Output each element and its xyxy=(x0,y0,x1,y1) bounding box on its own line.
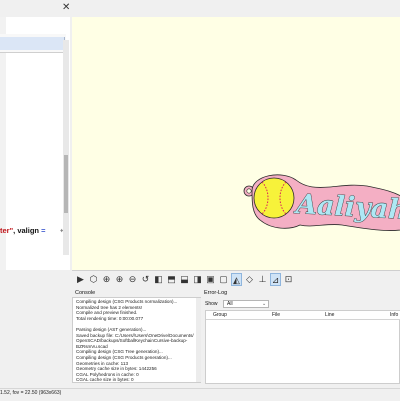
window-top-strip xyxy=(0,0,400,17)
name-text: Aaliyah xyxy=(292,189,400,226)
column-header-info[interactable]: Info xyxy=(390,311,398,319)
view-front-icon[interactable]: ▣ xyxy=(205,273,216,286)
show-filter-label: Show xyxy=(205,301,218,308)
orthogonal-icon[interactable]: ◇ xyxy=(244,273,255,286)
view-right-icon[interactable]: ◧ xyxy=(153,273,164,286)
view-left-icon[interactable]: ◨ xyxy=(192,273,203,286)
show-edges-icon[interactable]: ⊡ xyxy=(283,273,294,286)
view-top-icon[interactable]: ⬒ xyxy=(166,273,177,286)
column-header-file[interactable]: File xyxy=(272,311,280,319)
render-icon[interactable]: ⬡ xyxy=(88,273,99,286)
code-editor[interactable]: ter", valign = ↵ xyxy=(0,17,70,270)
view-all-icon[interactable]: ⊕ xyxy=(101,273,112,286)
code-operator: = xyxy=(39,226,45,235)
softball xyxy=(254,178,294,218)
error-log-table[interactable] xyxy=(205,310,400,384)
perspective-icon[interactable]: ◭ xyxy=(231,273,242,286)
reset-view-icon[interactable]: ↺ xyxy=(140,273,151,286)
console-line: CGAL cache size in bytes: 0 xyxy=(76,377,201,383)
console-text: Compiling design (CSG Products normaliza… xyxy=(76,299,201,383)
preview-icon[interactable]: ▶ xyxy=(75,273,86,286)
view-back-icon[interactable]: ▢ xyxy=(218,273,229,286)
column-header-line[interactable]: Line xyxy=(325,311,334,319)
show-scale-icon[interactable]: ⊿ xyxy=(270,273,281,286)
left-panel-background xyxy=(0,292,70,388)
zoom-in-icon[interactable]: ⊕ xyxy=(114,273,125,286)
column-header-group[interactable]: Group xyxy=(213,311,227,319)
status-text: 1.52, fov = 22.50 (963x663) xyxy=(0,389,61,398)
code-line[interactable]: ter", valign = xyxy=(0,225,60,237)
console-line: OpenSCAD/backups/SoftballKeychainCursive… xyxy=(76,338,201,344)
error-log-header xyxy=(206,311,400,320)
console-output[interactable]: Compiling design (CSG Products normaliza… xyxy=(72,297,202,383)
view-bottom-icon[interactable]: ⬓ xyxy=(179,273,190,286)
errorlog-title: Error-Log xyxy=(204,289,227,297)
editor-tab[interactable] xyxy=(0,37,65,50)
keychain-model: Aaliyah xyxy=(242,170,400,236)
code-keyword: , valign xyxy=(13,226,39,235)
code-string: ter" xyxy=(0,226,13,235)
close-icon[interactable]: ✕ xyxy=(62,3,72,13)
console-title: Console xyxy=(75,289,95,297)
editor-scrollbar[interactable] xyxy=(63,40,69,255)
editor-tab-bar xyxy=(0,34,66,53)
editor-scrollbar-thumb[interactable] xyxy=(64,155,68,213)
zoom-out-icon[interactable]: ⊖ xyxy=(127,273,138,286)
viewport-toolbar: ▶ ⬡ ⊕ ⊕ ⊖ ↺ ◧ ⬒ ⬓ ◨ ▣ ▢ ◭ ◇ ⊥ ⊿ ⊡ xyxy=(72,270,400,289)
3d-viewport[interactable]: Aaliyah xyxy=(72,17,400,270)
chevron-down-icon[interactable]: ⌄ xyxy=(262,300,266,308)
keyring-hole xyxy=(247,189,251,193)
show-axes-icon[interactable]: ⊥ xyxy=(257,273,268,286)
